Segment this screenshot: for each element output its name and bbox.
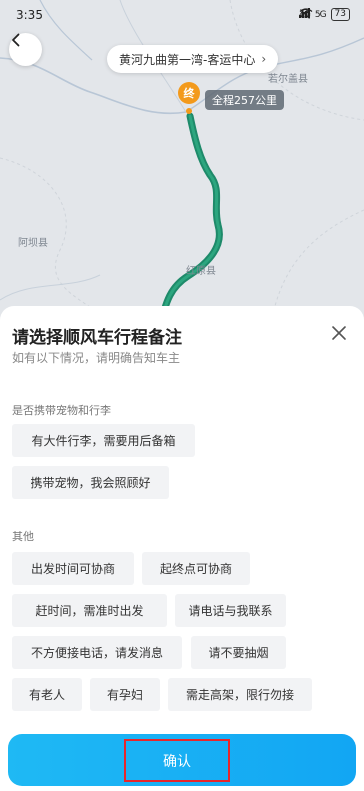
sheet-subtitle: 如有以下情况，请明确告知车主 <box>12 351 181 365</box>
option-flexible-time[interactable]: 出发时间可协商 <box>12 552 134 585</box>
confirm-label: 确认 <box>124 739 230 782</box>
status-bar: 3:35 4G 5G 73 <box>0 0 364 30</box>
option-pregnant[interactable]: 有孕妇 <box>90 678 160 711</box>
signal-5g-icon: 5G <box>314 9 327 20</box>
wifi-icon <box>299 8 313 18</box>
destination-name: 黄河九曲第一湾-客运中心 <box>119 52 256 67</box>
confirm-button[interactable]: 确认 <box>8 734 356 786</box>
total-distance-label: 全程257公里 <box>205 90 284 110</box>
map-label-aba: 阿坝县 <box>18 238 48 249</box>
option-big-luggage[interactable]: 有大件行李，需要用后备箱 <box>12 424 195 457</box>
map-view[interactable]: 若尔盖县 阿坝县 红原县 3:35 4G 5G 73 黄河九曲第一湾-客运中心 … <box>0 0 364 330</box>
chevron-right-icon: › <box>261 52 267 66</box>
close-icon <box>332 326 346 340</box>
option-flexible-location[interactable]: 起终点可协商 <box>142 552 250 585</box>
status-icons: 4G 5G 73 <box>299 8 350 21</box>
option-message-me[interactable]: 不方便接电话，请发消息 <box>12 636 182 669</box>
option-on-time[interactable]: 赶时间，需准时出发 <box>12 594 167 627</box>
close-button[interactable] <box>328 322 350 344</box>
back-button[interactable] <box>9 33 42 66</box>
section-label-other: 其他 <box>12 530 34 543</box>
map-label-hongyuan: 红原县 <box>186 266 216 277</box>
option-pet[interactable]: 携带宠物，我会照顾好 <box>12 466 169 499</box>
map-label-ruoergai: 若尔盖县 <box>268 74 308 85</box>
trip-note-sheet: 请选择顺风车行程备注 如有以下情况，请明确告知车主 是否携带宠物和行李 有大件行… <box>0 306 364 791</box>
option-no-smoking[interactable]: 请不要抽烟 <box>191 636 286 669</box>
sheet-title: 请选择顺风车行程备注 <box>12 328 182 348</box>
end-point-dot <box>186 108 192 114</box>
option-call-me[interactable]: 请电话与我联系 <box>175 594 286 627</box>
status-time: 3:35 <box>16 8 43 22</box>
battery-icon: 73 <box>330 8 350 21</box>
option-elevated-road[interactable]: 需走高架，限行勿接 <box>168 678 312 711</box>
destination-pill[interactable]: 黄河九曲第一湾-客运中心 › <box>107 45 279 73</box>
section-label-luggage: 是否携带宠物和行李 <box>12 404 111 417</box>
option-elderly[interactable]: 有老人 <box>12 678 82 711</box>
chevron-left-icon <box>12 33 20 47</box>
end-marker-icon[interactable]: 终 <box>178 82 200 104</box>
